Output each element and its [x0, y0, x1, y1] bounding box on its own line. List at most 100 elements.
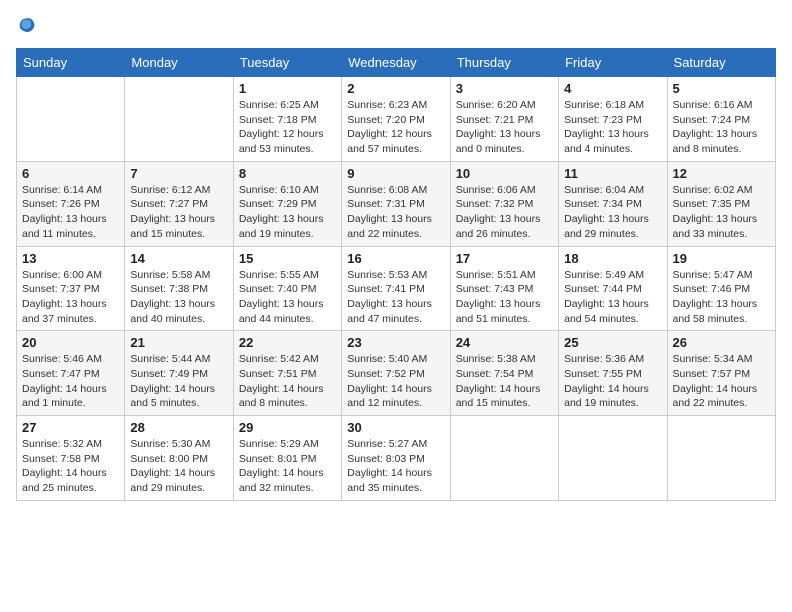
calendar-cell: 1Sunrise: 6:25 AM Sunset: 7:18 PM Daylig…	[233, 77, 341, 162]
calendar-week-row: 13 Sunrise: 6:00 AM Sunset: 7:37 PM Dayli…	[17, 246, 776, 331]
day-info: Sunrise: 5:34 AM Sunset: 7:57 PM Dayligh…	[673, 352, 770, 411]
day-info: Sunrise: 6:08 AM Sunset: 7:31 PM Dayligh…	[347, 183, 444, 242]
calendar-cell	[17, 77, 125, 162]
calendar-cell: 4 Sunrise: 6:18 AM Sunset: 7:23 PM Daylig…	[559, 77, 667, 162]
day-number: 20	[22, 335, 119, 350]
calendar-cell: 3 Sunrise: 6:20 AM Sunset: 7:21 PM Daylig…	[450, 77, 558, 162]
day-number: 7	[130, 166, 227, 181]
day-number: 27	[22, 420, 119, 435]
calendar-week-row: 20 Sunrise: 5:46 AM Sunset: 7:47 PM Dayli…	[17, 331, 776, 416]
calendar-cell: 24Sunrise: 5:38 AM Sunset: 7:54 PM Dayli…	[450, 331, 558, 416]
col-header-monday: Monday	[125, 49, 233, 77]
day-number: 16	[347, 251, 444, 266]
day-number: 10	[456, 166, 553, 181]
day-info: Sunrise: 5:46 AM Sunset: 7:47 PM Dayligh…	[22, 352, 119, 411]
day-number: 6	[22, 166, 119, 181]
day-info: Sunrise: 5:53 AM Sunset: 7:41 PM Dayligh…	[347, 268, 444, 327]
calendar-cell: 13 Sunrise: 6:00 AM Sunset: 7:37 PM Dayli…	[17, 246, 125, 331]
calendar-cell: 12Sunrise: 6:02 AM Sunset: 7:35 PM Dayli…	[667, 161, 775, 246]
day-number: 3	[456, 81, 553, 96]
day-number: 18	[564, 251, 661, 266]
calendar-cell: 11 Sunrise: 6:04 AM Sunset: 7:34 PM Dayli…	[559, 161, 667, 246]
day-info: Sunrise: 6:04 AM Sunset: 7:34 PM Dayligh…	[564, 183, 661, 242]
calendar-cell: 2Sunrise: 6:23 AM Sunset: 7:20 PM Daylig…	[342, 77, 450, 162]
col-header-friday: Friday	[559, 49, 667, 77]
calendar-cell: 15 Sunrise: 5:55 AM Sunset: 7:40 PM Dayli…	[233, 246, 341, 331]
day-info: Sunrise: 6:14 AM Sunset: 7:26 PM Dayligh…	[22, 183, 119, 242]
calendar-cell: 28 Sunrise: 5:30 AM Sunset: 8:00 PM Dayli…	[125, 416, 233, 501]
calendar-cell: 7 Sunrise: 6:12 AM Sunset: 7:27 PM Daylig…	[125, 161, 233, 246]
calendar-cell: 17 Sunrise: 5:51 AM Sunset: 7:43 PM Dayli…	[450, 246, 558, 331]
calendar-cell	[559, 416, 667, 501]
day-info: Sunrise: 5:30 AM Sunset: 8:00 PM Dayligh…	[130, 437, 227, 496]
calendar-cell: 19 Sunrise: 5:47 AM Sunset: 7:46 PM Dayli…	[667, 246, 775, 331]
col-header-wednesday: Wednesday	[342, 49, 450, 77]
day-info: Sunrise: 6:25 AM Sunset: 7:18 PM Dayligh…	[239, 98, 336, 157]
calendar-week-row: 1Sunrise: 6:25 AM Sunset: 7:18 PM Daylig…	[17, 77, 776, 162]
col-header-saturday: Saturday	[667, 49, 775, 77]
day-number: 25	[564, 335, 661, 350]
day-info: Sunrise: 6:02 AM Sunset: 7:35 PM Dayligh…	[673, 183, 770, 242]
calendar-cell: 30 Sunrise: 5:27 AM Sunset: 8:03 PM Dayli…	[342, 416, 450, 501]
day-number: 22	[239, 335, 336, 350]
day-number: 9	[347, 166, 444, 181]
day-number: 15	[239, 251, 336, 266]
day-info: Sunrise: 6:10 AM Sunset: 7:29 PM Dayligh…	[239, 183, 336, 242]
calendar-cell: 6 Sunrise: 6:14 AM Sunset: 7:26 PM Daylig…	[17, 161, 125, 246]
day-info: Sunrise: 5:42 AM Sunset: 7:51 PM Dayligh…	[239, 352, 336, 411]
day-number: 5	[673, 81, 770, 96]
day-number: 23	[347, 335, 444, 350]
logo	[16, 16, 40, 36]
day-info: Sunrise: 5:29 AM Sunset: 8:01 PM Dayligh…	[239, 437, 336, 496]
calendar-cell: 29 Sunrise: 5:29 AM Sunset: 8:01 PM Dayli…	[233, 416, 341, 501]
day-number: 29	[239, 420, 336, 435]
day-info: Sunrise: 6:12 AM Sunset: 7:27 PM Dayligh…	[130, 183, 227, 242]
calendar-cell	[667, 416, 775, 501]
calendar-cell: 26 Sunrise: 5:34 AM Sunset: 7:57 PM Dayli…	[667, 331, 775, 416]
day-info: Sunrise: 5:27 AM Sunset: 8:03 PM Dayligh…	[347, 437, 444, 496]
calendar-header-row: SundayMondayTuesdayWednesdayThursdayFrid…	[17, 49, 776, 77]
day-info: Sunrise: 5:38 AM Sunset: 7:54 PM Dayligh…	[456, 352, 553, 411]
day-number: 19	[673, 251, 770, 266]
day-number: 13	[22, 251, 119, 266]
calendar-cell: 20 Sunrise: 5:46 AM Sunset: 7:47 PM Dayli…	[17, 331, 125, 416]
calendar-cell: 22 Sunrise: 5:42 AM Sunset: 7:51 PM Dayli…	[233, 331, 341, 416]
day-info: Sunrise: 6:18 AM Sunset: 7:23 PM Dayligh…	[564, 98, 661, 157]
day-info: Sunrise: 6:00 AM Sunset: 7:37 PM Dayligh…	[22, 268, 119, 327]
day-info: Sunrise: 5:51 AM Sunset: 7:43 PM Dayligh…	[456, 268, 553, 327]
calendar-cell: 9 Sunrise: 6:08 AM Sunset: 7:31 PM Daylig…	[342, 161, 450, 246]
calendar-cell: 8 Sunrise: 6:10 AM Sunset: 7:29 PM Daylig…	[233, 161, 341, 246]
day-info: Sunrise: 5:55 AM Sunset: 7:40 PM Dayligh…	[239, 268, 336, 327]
day-info: Sunrise: 6:20 AM Sunset: 7:21 PM Dayligh…	[456, 98, 553, 157]
day-info: Sunrise: 5:32 AM Sunset: 7:58 PM Dayligh…	[22, 437, 119, 496]
calendar-cell	[125, 77, 233, 162]
day-number: 14	[130, 251, 227, 266]
day-info: Sunrise: 5:49 AM Sunset: 7:44 PM Dayligh…	[564, 268, 661, 327]
day-number: 26	[673, 335, 770, 350]
day-info: Sunrise: 5:36 AM Sunset: 7:55 PM Dayligh…	[564, 352, 661, 411]
day-number: 8	[239, 166, 336, 181]
day-number: 11	[564, 166, 661, 181]
day-number: 21	[130, 335, 227, 350]
calendar-cell: 16 Sunrise: 5:53 AM Sunset: 7:41 PM Dayli…	[342, 246, 450, 331]
day-number: 28	[130, 420, 227, 435]
day-number: 2	[347, 81, 444, 96]
calendar-cell: 14Sunrise: 5:58 AM Sunset: 7:38 PM Dayli…	[125, 246, 233, 331]
day-number: 4	[564, 81, 661, 96]
day-info: Sunrise: 5:44 AM Sunset: 7:49 PM Dayligh…	[130, 352, 227, 411]
day-info: Sunrise: 5:40 AM Sunset: 7:52 PM Dayligh…	[347, 352, 444, 411]
calendar-cell: 27 Sunrise: 5:32 AM Sunset: 7:58 PM Dayli…	[17, 416, 125, 501]
calendar-cell: 5 Sunrise: 6:16 AM Sunset: 7:24 PM Daylig…	[667, 77, 775, 162]
calendar-week-row: 27 Sunrise: 5:32 AM Sunset: 7:58 PM Dayli…	[17, 416, 776, 501]
day-info: Sunrise: 5:47 AM Sunset: 7:46 PM Dayligh…	[673, 268, 770, 327]
calendar-cell: 25 Sunrise: 5:36 AM Sunset: 7:55 PM Dayli…	[559, 331, 667, 416]
page-header	[16, 16, 776, 36]
calendar-cell	[450, 416, 558, 501]
calendar-cell: 21 Sunrise: 5:44 AM Sunset: 7:49 PM Dayli…	[125, 331, 233, 416]
day-number: 17	[456, 251, 553, 266]
calendar-cell: 10 Sunrise: 6:06 AM Sunset: 7:32 PM Dayli…	[450, 161, 558, 246]
day-number: 30	[347, 420, 444, 435]
day-info: Sunrise: 6:06 AM Sunset: 7:32 PM Dayligh…	[456, 183, 553, 242]
col-header-thursday: Thursday	[450, 49, 558, 77]
day-info: Sunrise: 6:16 AM Sunset: 7:24 PM Dayligh…	[673, 98, 770, 157]
